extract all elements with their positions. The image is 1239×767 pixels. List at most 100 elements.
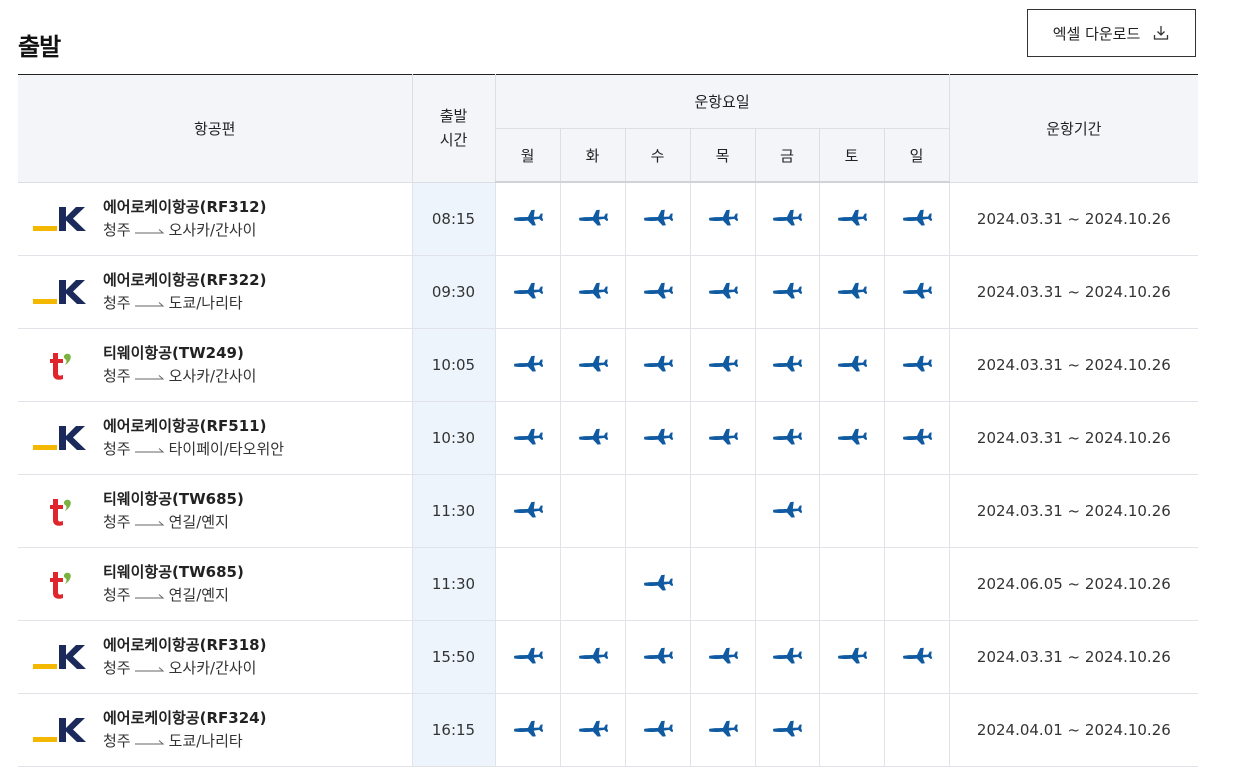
- table-row: 티웨이항공(TW685) 청주 연길/옌지 11:30 2024.06.05 ~ 202…: [18, 547, 1199, 621]
- flight-name: 티웨이항공(TW249): [103, 344, 244, 362]
- flight-route: 청주 오사카/간사이: [103, 365, 256, 388]
- day-cell-tue: [560, 255, 626, 329]
- day-cell-mon: [495, 547, 561, 621]
- flight-cell: 에어로케이항공(RF511) 청주 타이페이/타오위안: [18, 401, 413, 475]
- day-cell-wed: [625, 547, 691, 621]
- flight-route: 청주 도쿄/나리타: [103, 730, 266, 753]
- plane-icon: [837, 646, 867, 668]
- departures-table-wrap: 항공편 출발 시간 운항요일 운항기간 월 화 수 목 금 토 일 에어로케이항…: [18, 74, 1199, 767]
- day-cell-fri: [755, 182, 820, 256]
- arrow-right-icon: [134, 365, 165, 388]
- aerok-logo-icon: [18, 274, 103, 310]
- day-cell-wed: [625, 328, 691, 402]
- plane-icon: [772, 646, 803, 668]
- plane-icon: [513, 646, 543, 668]
- operation-period: 2024.03.31 ~ 2024.10.26: [949, 328, 1199, 402]
- plane-icon: [578, 208, 608, 230]
- operation-period: 2024.03.31 ~ 2024.10.26: [949, 620, 1199, 694]
- day-cell-thu: [690, 328, 756, 402]
- departure-time: 10:05: [412, 328, 496, 402]
- day-cell-mon: [495, 255, 561, 329]
- aerok-logo-icon: [18, 639, 103, 675]
- flight-route: 청주 연길/옌지: [103, 511, 244, 534]
- header-time-label: 출발 시간: [439, 107, 468, 150]
- table-row: 에어로케이항공(RF318) 청주 오사카/간사이 15:50 2024.03.31 ~…: [18, 620, 1199, 694]
- flight-route: 청주 도쿄/나리타: [103, 292, 266, 315]
- plane-icon: [772, 208, 803, 230]
- plane-icon: [578, 281, 608, 303]
- plane-icon: [643, 573, 673, 595]
- flight-name: 에어로케이항공(RF324): [103, 709, 267, 727]
- arrow-right-icon: [134, 219, 165, 242]
- page-title: 출발: [18, 33, 61, 61]
- plane-icon: [772, 281, 803, 303]
- plane-icon: [708, 427, 738, 449]
- plane-icon: [902, 646, 933, 668]
- route-origin: 청주: [103, 586, 131, 604]
- day-cell-sun: [884, 255, 950, 329]
- route-destination: 오사카/간사이: [168, 220, 257, 239]
- header-time: 출발 시간: [412, 74, 496, 183]
- plane-icon: [578, 427, 608, 449]
- plane-icon: [772, 500, 803, 522]
- day-cell-tue: [560, 328, 626, 402]
- plane-icon: [578, 354, 608, 376]
- table-row: 에어로케이항공(RF511) 청주 타이페이/타오위안 10:30 2024.03.31…: [18, 401, 1199, 475]
- aerok-logo-icon: [18, 201, 103, 237]
- header-period: 운항기간: [949, 74, 1199, 183]
- plane-icon: [643, 646, 673, 668]
- download-icon: [1152, 24, 1170, 42]
- plane-icon: [513, 719, 543, 741]
- excel-download-label: 엑셀 다운로드: [1052, 24, 1141, 43]
- table-row: 에어로케이항공(RF312) 청주 오사카/간사이 08:15 2024.03.31 ~…: [18, 182, 1199, 256]
- day-cell-tue: [560, 620, 626, 694]
- arrow-right-icon: [134, 584, 165, 607]
- flight-name: 에어로케이항공(RF312): [103, 197, 267, 216]
- flight-cell: 티웨이항공(TW685) 청주 연길/옌지: [18, 474, 413, 548]
- table-row: 에어로케이항공(RF324) 청주 도쿄/나리타 16:15 2024.04.01 ~ …: [18, 693, 1199, 767]
- header-flight: 항공편: [18, 74, 413, 183]
- header-day-sat: 토: [819, 128, 885, 183]
- day-cell-mon: [495, 328, 561, 402]
- day-cell-wed: [625, 255, 691, 329]
- day-cell-fri: [755, 547, 820, 621]
- day-cell-mon: [495, 182, 561, 256]
- plane-icon: [708, 354, 738, 376]
- aerok-logo-icon: [18, 712, 103, 748]
- table-body: 에어로케이항공(RF312) 청주 오사카/간사이 08:15 2024.03.31 ~…: [18, 182, 1199, 767]
- table-row: 티웨이항공(TW685) 청주 연길/옌지 11:30 2024.03.31 ~ 202…: [18, 474, 1199, 548]
- excel-download-button[interactable]: 엑셀 다운로드: [1027, 9, 1196, 57]
- day-cell-sat: [819, 255, 885, 329]
- header-day-fri: 금: [755, 128, 820, 183]
- day-cell-fri: [755, 328, 820, 402]
- plane-icon: [708, 208, 738, 230]
- plane-icon: [708, 281, 738, 303]
- plane-icon: [643, 354, 673, 376]
- route-origin: 청주: [103, 294, 131, 312]
- day-cell-fri: [755, 620, 820, 694]
- flight-route: 청주 타이페이/타오위안: [103, 438, 284, 461]
- route-origin: 청주: [103, 220, 131, 239]
- plane-icon: [772, 719, 803, 741]
- plane-icon: [643, 719, 673, 741]
- operation-period: 2024.03.31 ~ 2024.10.26: [949, 474, 1199, 548]
- plane-icon: [643, 281, 673, 303]
- flight-cell: 에어로케이항공(RF324) 청주 도쿄/나리타: [18, 693, 413, 767]
- route-destination: 도쿄/나리타: [168, 732, 243, 750]
- day-cell-thu: [690, 474, 756, 548]
- plane-icon: [513, 500, 543, 522]
- day-cell-sun: [884, 401, 950, 475]
- day-cell-wed: [625, 474, 691, 548]
- table-row: 에어로케이항공(RF322) 청주 도쿄/나리타 09:30 2024.03.31 ~ …: [18, 255, 1199, 329]
- departure-time: 16:15: [412, 693, 496, 767]
- plane-icon: [708, 719, 738, 741]
- plane-icon: [513, 281, 543, 303]
- day-cell-mon: [495, 401, 561, 475]
- plane-icon: [837, 427, 867, 449]
- flight-route: 청주 연길/옌지: [103, 584, 244, 607]
- plane-icon: [837, 354, 867, 376]
- day-cell-tue: [560, 401, 626, 475]
- day-cell-tue: [560, 182, 626, 256]
- table-row: 티웨이항공(TW249) 청주 오사카/간사이 10:05 2024.03.31 ~ 2…: [18, 328, 1199, 402]
- departure-time: 11:30: [412, 547, 496, 621]
